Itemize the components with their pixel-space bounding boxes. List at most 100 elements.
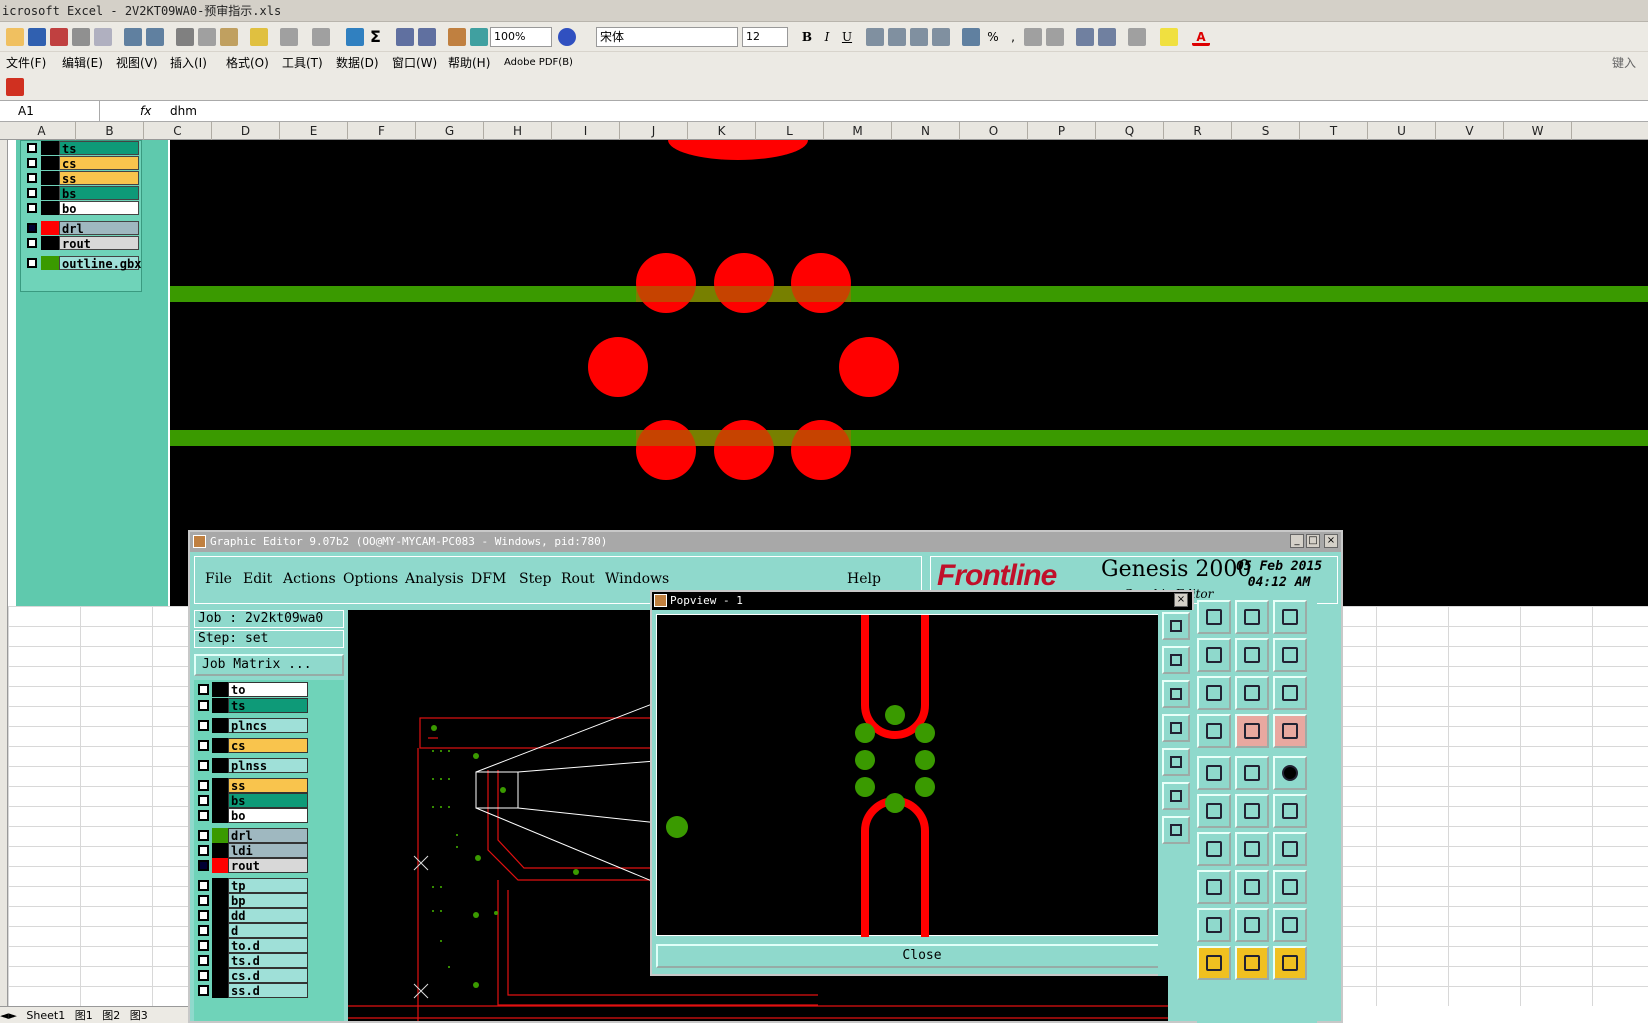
select-icon[interactable] [1197, 946, 1231, 980]
font-size-select[interactable]: 12 [742, 27, 788, 47]
sheet-tab[interactable]: 图3 [130, 1009, 148, 1022]
chart-wizard-icon[interactable] [448, 28, 466, 46]
column-header[interactable]: G [416, 122, 484, 140]
sort-ascending-icon[interactable] [396, 28, 414, 46]
layer-row[interactable]: ldi [196, 843, 308, 858]
add-line-icon[interactable] [1235, 794, 1269, 828]
sheet-nav-icon[interactable]: ◄► [0, 1009, 17, 1022]
menu-file[interactable]: 文件(F) [6, 52, 46, 74]
menu-options[interactable]: Options [343, 571, 398, 587]
layer-row[interactable]: tp [196, 878, 308, 893]
bg-layer-row[interactable]: drl [25, 221, 139, 236]
menu-edit[interactable]: Edit [243, 571, 272, 587]
sort-descending-icon[interactable] [418, 28, 436, 46]
bg-layer-row[interactable]: ts [25, 141, 139, 156]
menu-window[interactable]: 窗口(W) [392, 52, 437, 74]
menu-data[interactable]: 数据(D) [336, 52, 379, 74]
font-name-select[interactable]: 宋体 [596, 27, 738, 47]
cut-icon[interactable] [176, 28, 194, 46]
rotate-view-icon[interactable] [1235, 638, 1269, 672]
undo-icon[interactable] [280, 28, 298, 46]
column-header[interactable]: W [1504, 122, 1572, 140]
redo-icon[interactable] [312, 28, 330, 46]
column-header[interactable]: O [960, 122, 1028, 140]
help-icon[interactable] [558, 28, 576, 46]
pan-tool-icon[interactable] [1197, 638, 1231, 672]
layer-row[interactable]: plnss [196, 758, 308, 773]
open-icon[interactable] [6, 28, 24, 46]
fill-color-icon[interactable] [1160, 28, 1178, 46]
add-pad-icon[interactable] [1273, 794, 1307, 828]
print-icon[interactable] [72, 28, 90, 46]
column-header[interactable]: V [1436, 122, 1504, 140]
attribute-c-icon[interactable] [1273, 908, 1307, 942]
permission-icon[interactable] [50, 28, 68, 46]
menu-insert[interactable]: 插入(I) [170, 52, 207, 74]
menu-help[interactable]: Help [847, 571, 881, 587]
select-net-icon[interactable] [1273, 946, 1307, 980]
column-header[interactable]: J [620, 122, 688, 140]
column-header[interactable]: B [76, 122, 144, 140]
column-header[interactable]: N [892, 122, 960, 140]
autosum-icon[interactable]: Σ [370, 28, 388, 46]
sheet-tab[interactable]: 图2 [102, 1009, 120, 1022]
layer-row[interactable]: drl [196, 828, 308, 843]
layer-row[interactable]: bo [196, 808, 308, 823]
decrease-indent-icon[interactable] [1076, 28, 1094, 46]
menu-help[interactable]: 帮助(H) [448, 52, 490, 74]
net-icon[interactable] [1273, 714, 1307, 748]
zoom-in-icon[interactable] [1162, 782, 1190, 810]
bg-layer-row[interactable]: ss [25, 171, 139, 186]
pan-down-icon[interactable] [1162, 680, 1190, 708]
column-header[interactable]: S [1232, 122, 1300, 140]
editor-title-bar[interactable]: Graphic Editor 9.07b2 (OO@MY-MYCAM-PC083… [190, 532, 1341, 552]
layer-row[interactable]: cs [196, 738, 308, 753]
column-header[interactable]: C [144, 122, 212, 140]
menu-step[interactable]: Step [519, 571, 551, 587]
column-header[interactable]: A [8, 122, 76, 140]
pdf-convert-icon[interactable] [6, 78, 24, 96]
pad-icon[interactable] [1273, 756, 1307, 790]
bg-layer-row[interactable]: cs [25, 156, 139, 171]
paste-icon[interactable] [220, 28, 238, 46]
column-header[interactable]: F [348, 122, 416, 140]
resize-icon[interactable] [1235, 870, 1269, 904]
column-header[interactable]: M [824, 122, 892, 140]
font-color-icon[interactable]: A [1192, 28, 1210, 46]
menu-dfm[interactable]: DFM [471, 571, 506, 587]
layer-row[interactable]: dd [196, 908, 308, 923]
ask-question-box[interactable]: 键入 [1612, 52, 1636, 74]
layer-row[interactable]: ss [196, 778, 308, 793]
menu-adobe-pdf[interactable]: Adobe PDF(B) [504, 52, 573, 74]
research-icon[interactable] [146, 28, 164, 46]
move-view-icon[interactable] [1197, 676, 1231, 710]
measure-icon[interactable] [1235, 756, 1269, 790]
align-right-icon[interactable] [910, 28, 928, 46]
menu-windows[interactable]: Windows [605, 571, 669, 587]
layer-row[interactable]: ss.d [196, 983, 308, 998]
save-icon[interactable] [28, 28, 46, 46]
pan-up-icon[interactable] [1162, 646, 1190, 674]
menu-file[interactable]: File [205, 571, 232, 587]
increase-indent-icon[interactable] [1098, 28, 1116, 46]
align-left-icon[interactable] [866, 28, 884, 46]
zoom-in-tool-icon[interactable] [1197, 600, 1231, 634]
highlight-icon[interactable] [1197, 756, 1231, 790]
layer-row[interactable]: to [196, 682, 308, 697]
menu-rout[interactable]: Rout [561, 571, 595, 587]
menu-tools[interactable]: 工具(T) [282, 52, 323, 74]
draw-line-icon[interactable] [1197, 832, 1231, 866]
layer-row[interactable]: d [196, 923, 308, 938]
layer-row[interactable]: cs.d [196, 968, 308, 983]
bg-layer-row[interactable]: outline.gbx [25, 256, 141, 271]
column-header[interactable]: U [1368, 122, 1436, 140]
insert-function-icon[interactable]: fx [140, 101, 151, 121]
layer-row[interactable]: plncs [196, 718, 308, 733]
sheet-tab[interactable]: 图1 [75, 1009, 93, 1022]
zoom-select[interactable]: 100% [490, 27, 552, 47]
drawing-icon[interactable] [470, 28, 488, 46]
layer-row[interactable]: rout [196, 858, 308, 873]
column-header[interactable]: H [484, 122, 552, 140]
formula-input[interactable]: dhm [170, 101, 197, 121]
layer-row[interactable]: ts.d [196, 953, 308, 968]
